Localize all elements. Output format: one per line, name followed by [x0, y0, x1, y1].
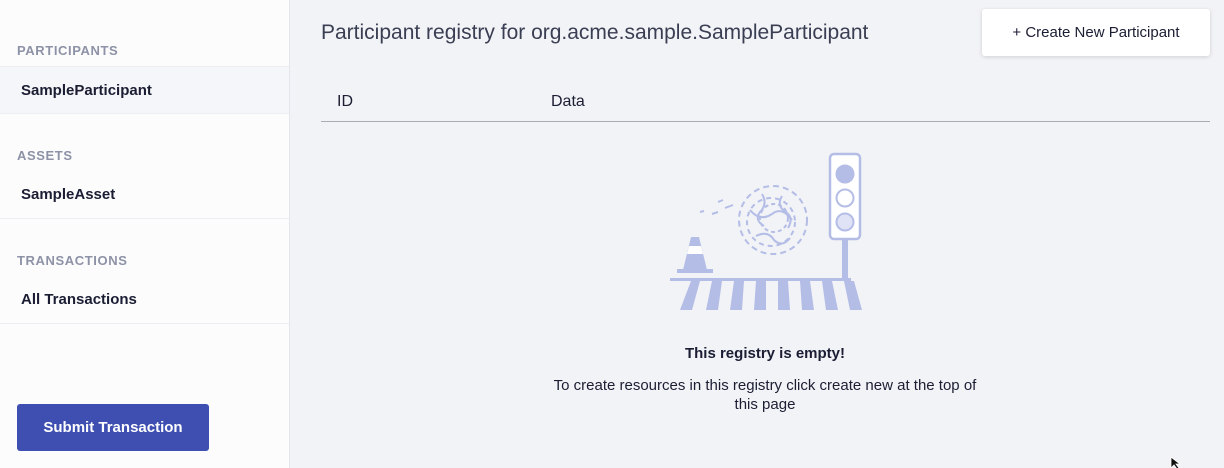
crosswalk-icon	[680, 281, 862, 310]
empty-state-text: To create resources in this registry cli…	[553, 377, 977, 413]
empty-state-title: This registry is empty!	[684, 345, 846, 362]
traffic-cone-icon	[677, 237, 713, 273]
sidebar: PARTICIPANTS SampleParticipant ASSETS Sa…	[0, 0, 290, 468]
sidebar-item-all-transactions[interactable]: All Transactions	[0, 276, 289, 324]
column-header-id[interactable]: ID	[337, 93, 353, 111]
section-title-participants: PARTICIPANTS	[17, 43, 119, 58]
create-new-participant-button[interactable]: + Create New Participant	[982, 9, 1210, 56]
traffic-light-icon	[828, 152, 862, 279]
mouse-pointer-icon	[1170, 457, 1182, 468]
empty-registry-illustration	[670, 152, 862, 310]
sidebar-item-sampleasset[interactable]: SampleAsset	[0, 171, 289, 219]
main-content: Participant registry for org.acme.sample…	[290, 0, 1224, 468]
sidebar-item-sampleparticipant[interactable]: SampleParticipant	[0, 66, 289, 114]
table-header: ID Data	[321, 86, 1210, 122]
column-header-data[interactable]: Data	[551, 93, 585, 111]
section-title-assets: ASSETS	[17, 148, 73, 163]
tumbleweed-icon	[699, 185, 808, 255]
section-title-transactions: TRANSACTIONS	[17, 253, 128, 268]
page-title: Participant registry for org.acme.sample…	[321, 21, 869, 44]
submit-transaction-button[interactable]: Submit Transaction	[17, 404, 209, 451]
